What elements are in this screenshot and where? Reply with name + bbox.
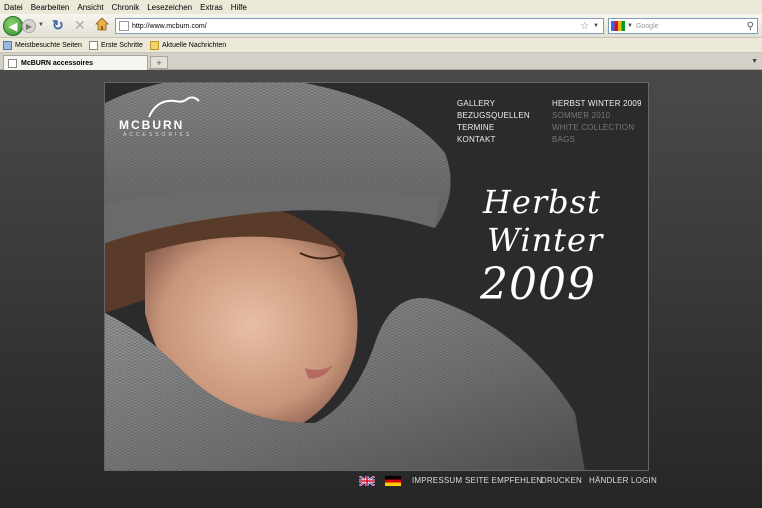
menu-lesezeichen[interactable]: Lesezeichen — [143, 3, 196, 12]
page-footer: IMPRESSUM SEITE EMPFEHLEN DRUCKEN HÄNDLE… — [0, 474, 762, 490]
bookmark-label: Erste Schritte — [100, 41, 143, 49]
url-dropdown-icon[interactable]: ▼ — [593, 23, 599, 29]
tab-title: McBURN accessoires — [21, 59, 93, 67]
nav-kontakt[interactable]: KONTAKT — [457, 134, 530, 146]
most-visited-icon — [3, 40, 12, 50]
nav-gallery[interactable]: GALLERY — [457, 98, 530, 110]
mcburn-logo[interactable]: MCBURN ACCESSORIES — [119, 95, 214, 143]
nav-herbst-winter-2009[interactable]: HERBST WINTER 2009 — [552, 98, 642, 110]
home-icon[interactable] — [95, 17, 109, 31]
page-favicon-icon — [8, 58, 17, 68]
uk-flag-icon[interactable] — [359, 476, 375, 486]
back-button[interactable]: ◀ — [3, 16, 23, 36]
rss-folder-icon — [149, 40, 159, 50]
bookmark-star-icon[interactable]: ☆ — [580, 21, 589, 32]
menu-bar: Datei Bearbeiten Ansicht Chronik Lesezei… — [0, 0, 762, 14]
menu-chronik[interactable]: Chronik — [108, 3, 144, 12]
footer-haendler-login[interactable]: HÄNDLER LOGIN — [589, 476, 657, 485]
search-icon[interactable]: ⚲ — [747, 21, 754, 32]
menu-hilfe[interactable]: Hilfe — [227, 3, 251, 12]
nav-bags[interactable]: BAGS — [552, 134, 642, 146]
bookmarks-toolbar: Meistbesuchte Seiten Erste Schritte Aktu… — [0, 38, 762, 53]
headline-year: 2009 — [480, 259, 596, 310]
menu-datei[interactable]: Datei — [0, 3, 27, 12]
tab-mcburn[interactable]: McBURN accessoires — [3, 55, 148, 70]
bookmark-getting-started[interactable]: Erste Schritte — [88, 40, 143, 50]
forward-button[interactable]: ▶ — [22, 19, 36, 33]
footer-impressum[interactable]: IMPRESSUM — [412, 476, 462, 485]
search-bar[interactable]: ▼ Google ⚲ — [608, 18, 758, 34]
menu-bearbeiten[interactable]: Bearbeiten — [27, 3, 74, 12]
reload-icon[interactable]: ↻ — [52, 18, 64, 32]
nav-sommer-2010[interactable]: SOMMER 2010 — [552, 110, 642, 122]
navigation-toolbar: ◀ ▶ ▼ ↻ ✕ http://www.mcburn.com/ ☆ ▼ ▼ G… — [0, 14, 762, 38]
bookmark-label: Meistbesuchte Seiten — [15, 41, 82, 49]
footer-drucken[interactable]: DRUCKEN — [541, 476, 582, 485]
search-engine-icon[interactable] — [611, 21, 625, 31]
stop-icon[interactable]: ✕ — [74, 17, 86, 33]
footer-seite-empfehlen[interactable]: SEITE EMPFEHLEN — [465, 476, 542, 485]
search-input[interactable]: Google — [636, 23, 747, 30]
nav-white-collection[interactable]: WHITE COLLECTION — [552, 122, 642, 134]
headline-herbst: Herbst — [483, 183, 601, 221]
search-engine-dropdown-icon[interactable]: ▼ — [627, 23, 633, 29]
logo-swoosh-icon — [148, 96, 200, 118]
logo-subtitle: ACCESSORIES — [123, 132, 193, 138]
history-dropdown-icon[interactable]: ▼ — [38, 22, 44, 28]
logo-wordmark: MCBURN — [119, 118, 185, 132]
nav-termine[interactable]: TERMINE — [457, 122, 530, 134]
collection-navigation: HERBST WINTER 2009 SOMMER 2010 WHITE COL… — [552, 98, 642, 146]
bookmark-label: Aktuelle Nachrichten — [161, 41, 227, 49]
nav-bezugsquellen[interactable]: BEZUGSQUELLEN — [457, 110, 530, 122]
menu-ansicht[interactable]: Ansicht — [73, 3, 107, 12]
german-flag-icon[interactable] — [385, 476, 401, 486]
tab-list-icon[interactable]: ▼ — [751, 58, 758, 65]
bookmark-most-visited[interactable]: Meistbesuchte Seiten — [3, 40, 82, 50]
bookmark-news[interactable]: Aktuelle Nachrichten — [149, 40, 227, 50]
main-navigation: GALLERY BEZUGSQUELLEN TERMINE KONTAKT — [457, 98, 530, 146]
hero-stage: MCBURN ACCESSORIES GALLERY BEZUGSQUELLEN… — [104, 82, 649, 471]
tab-strip: McBURN accessoires + ▼ — [0, 53, 762, 70]
url-text[interactable]: http://www.mcburn.com/ — [132, 23, 580, 30]
page-favicon-icon — [119, 21, 129, 31]
url-bar[interactable]: http://www.mcburn.com/ ☆ ▼ — [115, 18, 604, 34]
headline-winter: Winter — [487, 221, 604, 259]
menu-extras[interactable]: Extras — [196, 3, 227, 12]
new-tab-button[interactable]: + — [150, 56, 168, 69]
page-icon — [88, 40, 98, 50]
